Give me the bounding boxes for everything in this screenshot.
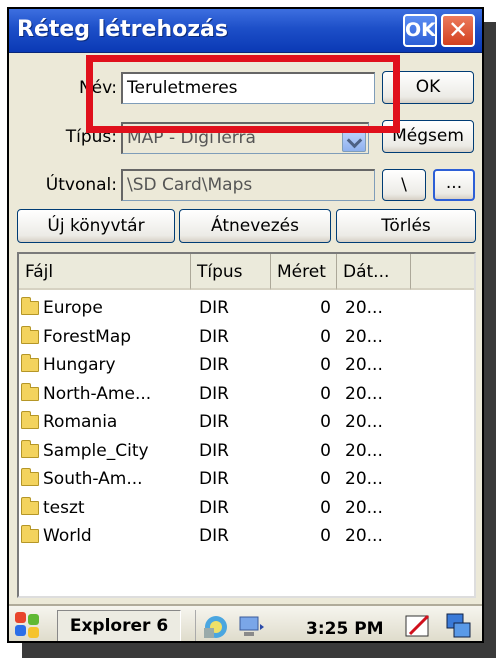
file-date: 20... (345, 497, 383, 518)
list-item[interactable]: ForestMap DIR 0 20... (19, 325, 474, 354)
file-size: 0 (320, 355, 331, 375)
file-list[interactable]: Fájl Típus Méret Dát... Europe DIR 0 20... F… (17, 252, 476, 598)
new-directory-button[interactable]: Új könyvtár (17, 209, 175, 243)
file-size: 0 (320, 469, 331, 489)
list-item[interactable]: World DIR 0 20... (19, 524, 474, 553)
title-bar: Réteg létrehozás OK ✕ (9, 9, 482, 53)
sync-icon[interactable] (202, 614, 230, 640)
file-type: DIR (199, 412, 229, 432)
file-size: 0 (320, 298, 331, 318)
explorer-task-button[interactable]: Explorer 6 (57, 610, 181, 641)
folder-icon (21, 382, 39, 401)
column-header-date[interactable]: Dát... (337, 254, 411, 290)
file-type: DIR (199, 469, 229, 489)
column-header-size[interactable]: Méret (271, 254, 337, 290)
list-item[interactable]: North-Ame... DIR 0 20... (19, 382, 474, 411)
file-date: 20... (345, 412, 383, 432)
file-size: 0 (320, 383, 331, 404)
file-type: DIR (199, 298, 229, 318)
file-name: South-Am... (43, 469, 143, 489)
file-name: teszt (43, 497, 85, 518)
system-tray: 3:25 PM (195, 610, 427, 641)
file-name: North-Ame... (43, 383, 152, 404)
file-type: DIR (199, 440, 229, 461)
title-ok-button[interactable]: OK (403, 14, 437, 47)
folder-icon (21, 297, 39, 315)
browse-button[interactable]: ... (433, 169, 475, 201)
highlight-box (86, 55, 400, 133)
file-date: 20... (345, 383, 383, 404)
start-flag-icon[interactable] (15, 612, 41, 638)
file-type: DIR (199, 383, 229, 404)
path-label: Útvonal: (45, 175, 117, 195)
file-size: 0 (320, 526, 331, 546)
file-name: Romania (43, 412, 118, 432)
pen-icon[interactable] (404, 612, 432, 640)
window-title: Réteg létrehozás (17, 17, 228, 42)
file-type: DIR (199, 497, 229, 518)
file-date: 20... (345, 355, 383, 375)
file-date: 20... (345, 526, 383, 546)
file-name: World (43, 526, 92, 546)
close-button[interactable]: ✕ (441, 14, 475, 47)
clock[interactable]: 3:25 PM (306, 619, 384, 639)
list-item[interactable]: teszt DIR 0 20... (19, 496, 474, 525)
file-name: ForestMap (43, 326, 132, 347)
folder-icon (21, 354, 39, 372)
folder-icon (21, 468, 39, 486)
folder-icon (21, 496, 39, 515)
file-size: 0 (320, 497, 331, 518)
file-size: 0 (320, 440, 331, 461)
file-size: 0 (320, 412, 331, 432)
list-item[interactable]: Romania DIR 0 20... (19, 410, 474, 439)
folder-icon (21, 525, 39, 543)
file-name: Hungary (43, 355, 116, 375)
path-field[interactable]: \SD Card\Maps (121, 169, 375, 201)
file-date: 20... (345, 469, 383, 489)
folder-icon (21, 439, 39, 458)
folder-icon (21, 411, 39, 429)
file-date: 20... (345, 440, 383, 461)
list-item[interactable]: Sample_City DIR 0 20... (19, 439, 474, 468)
column-header-file[interactable]: Fájl (19, 254, 191, 290)
list-item[interactable]: Hungary DIR 0 20... (19, 353, 474, 382)
taskbar: Explorer 6 3:25 PM (9, 604, 482, 641)
delete-button[interactable]: Törlés (336, 209, 476, 243)
windows-icon[interactable] (445, 612, 473, 640)
file-name: Europe (43, 298, 103, 318)
file-name: Sample_City (43, 440, 149, 461)
file-type: DIR (199, 355, 229, 375)
file-type: DIR (199, 326, 229, 347)
dialog-window: Réteg létrehozás OK ✕ Név: Teruletmeres … (7, 7, 484, 643)
folder-icon (21, 325, 39, 344)
column-header-filler (411, 254, 474, 290)
list-item[interactable]: Europe DIR 0 20... (19, 296, 474, 325)
file-type: DIR (199, 526, 229, 546)
file-date: 20... (345, 326, 383, 347)
rename-button[interactable]: Átnevezés (179, 209, 331, 243)
column-header-type[interactable]: Típus (191, 254, 271, 290)
network-icon[interactable] (234, 614, 264, 640)
file-size: 0 (320, 326, 331, 347)
file-date: 20... (345, 298, 383, 318)
list-item[interactable]: South-Am... DIR 0 20... (19, 467, 474, 496)
root-dir-button[interactable]: \ (382, 169, 426, 201)
